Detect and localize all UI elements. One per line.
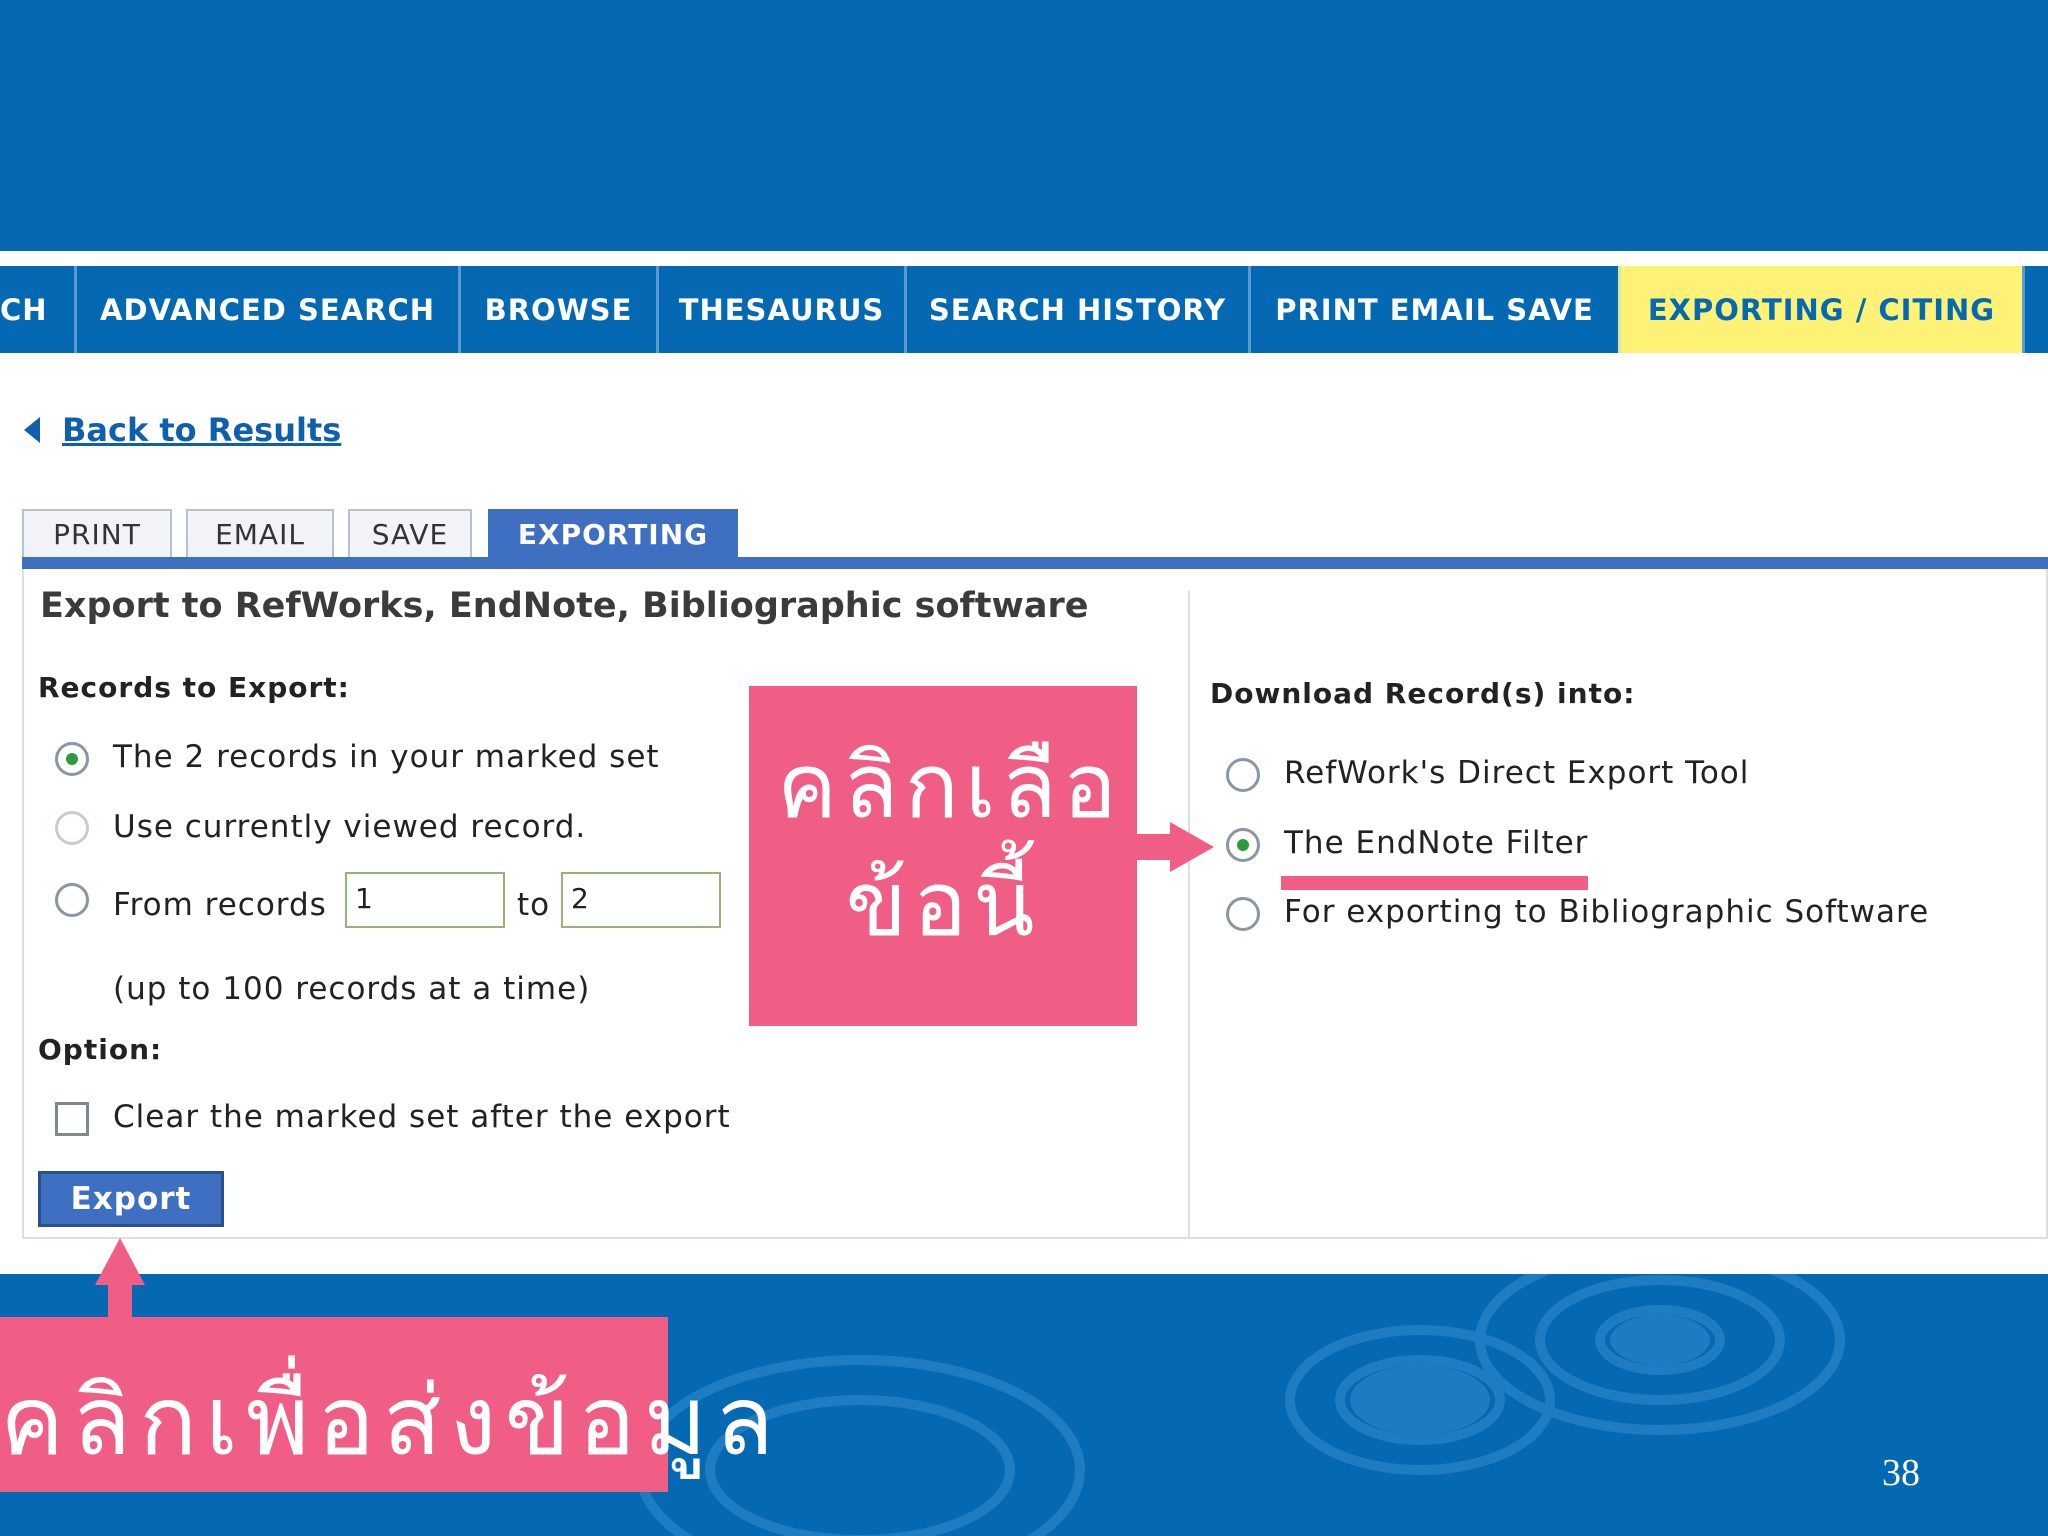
panel-divider	[1188, 591, 1190, 1239]
records-limit-note: (up to 100 records at a time)	[113, 971, 591, 1007]
radio-endnote-filter[interactable]	[1226, 828, 1260, 862]
nav-tab-exporting-citing[interactable]: EXPORTING / CITING	[1618, 266, 2022, 353]
clear-marked-set-label: Clear the marked set after the export	[113, 1099, 731, 1135]
send-data-callout-text: คลิกเพื่อส่งข้อมูล	[0, 1365, 782, 1477]
label-to: to	[517, 887, 551, 923]
subtab-email[interactable]: EMAIL	[186, 509, 334, 557]
select-option-callout: คลิกเลือ ข้อนี้	[749, 686, 1137, 1026]
nav-tab-next[interactable]	[2022, 266, 2048, 353]
nav-tab-print-email-save[interactable]: PRINT EMAIL SAVE	[1248, 266, 1618, 353]
callout-line-1: คลิกเลือ	[777, 734, 1123, 839]
to-record-input[interactable]: 2	[561, 872, 721, 928]
radio-marked-set[interactable]	[55, 742, 89, 776]
label-refworks: RefWork's Direct Export Tool	[1284, 755, 1750, 791]
page-number: 38	[1882, 1452, 1920, 1494]
back-to-results-link[interactable]: Back to Results	[24, 411, 341, 449]
label-from-records: From records	[113, 887, 327, 923]
back-link-label: Back to Results	[62, 411, 342, 449]
clear-marked-set-checkbox[interactable]	[55, 1102, 89, 1136]
back-arrow-icon	[24, 417, 40, 443]
nav-tab-browse[interactable]: BROWSE	[458, 266, 656, 353]
subtab-save[interactable]: SAVE	[348, 509, 472, 557]
panel-title: Export to RefWorks, EndNote, Bibliograph…	[40, 586, 1089, 626]
option-heading: Option:	[38, 1033, 163, 1066]
top-nav: CH ADVANCED SEARCH BROWSE THESAURUS SEAR…	[0, 266, 2048, 353]
radio-current-record[interactable]	[55, 811, 89, 845]
from-record-input[interactable]: 1	[345, 872, 505, 928]
nav-tab-thesaurus[interactable]: THESAURUS	[656, 266, 904, 353]
nav-tab-search-history[interactable]: SEARCH HISTORY	[904, 266, 1248, 353]
label-current-record: Use currently viewed record.	[113, 809, 587, 845]
label-marked-set: The 2 records in your marked set	[113, 739, 660, 775]
radio-from-records[interactable]	[55, 883, 89, 917]
records-heading: Records to Export:	[38, 671, 350, 704]
subtab-exporting[interactable]: EXPORTING	[488, 509, 738, 557]
endnote-highlight-underline	[1281, 876, 1588, 890]
subtab-underline	[22, 557, 2048, 569]
nav-tab-advanced-search[interactable]: ADVANCED SEARCH	[74, 266, 458, 353]
radio-refworks[interactable]	[1226, 758, 1260, 792]
slide-header-band	[0, 0, 2048, 251]
download-heading: Download Record(s) into:	[1210, 677, 1636, 710]
label-endnote-filter: The EndNote Filter	[1284, 825, 1589, 861]
subtab-print[interactable]: PRINT	[22, 509, 172, 557]
nav-tab-search[interactable]: CH	[0, 266, 74, 353]
export-button[interactable]: Export	[38, 1171, 224, 1227]
label-bibliographic-software: For exporting to Bibliographic Software	[1284, 894, 1930, 930]
callout-line-2: ข้อนี้	[845, 852, 1041, 957]
radio-bibliographic-software[interactable]	[1226, 897, 1260, 931]
